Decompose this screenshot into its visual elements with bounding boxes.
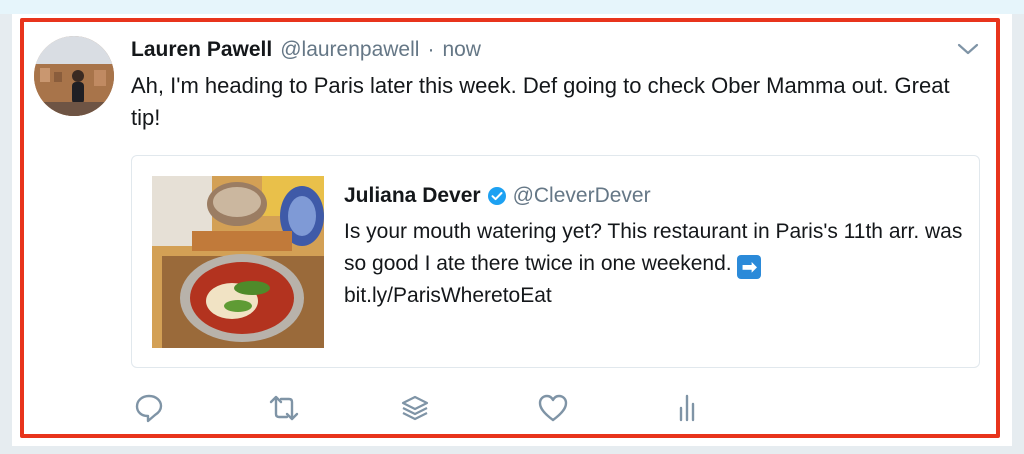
right-arrow-emoji-icon: ➡: [737, 255, 762, 279]
quoted-author-handle[interactable]: @CleverDever: [513, 184, 651, 208]
stack-layers-button[interactable]: [399, 392, 431, 424]
quoted-tweet-link[interactable]: bit.ly/ParisWheretoEat: [344, 284, 552, 307]
verified-badge-icon: [487, 187, 506, 205]
like-heart-icon: [538, 394, 568, 422]
timestamp[interactable]: now: [442, 36, 481, 64]
analytics-button[interactable]: [671, 392, 703, 424]
reply-button[interactable]: [133, 392, 165, 424]
chevron-down-icon: [957, 43, 979, 55]
tweet-header: Lauren Pawell @laurenpawell · now: [131, 36, 481, 64]
avatar-photo-icon: [34, 36, 114, 116]
quoted-author-name[interactable]: Juliana Dever: [344, 184, 481, 208]
food-photo-icon: [152, 176, 324, 348]
like-button[interactable]: [537, 392, 569, 424]
reply-icon: [135, 394, 163, 423]
quoted-tweet-body: Is your mouth watering yet? This restaur…: [344, 220, 963, 275]
analytics-bar-icon: [679, 394, 695, 422]
retweet-button[interactable]: [268, 392, 300, 424]
avatar[interactable]: [34, 36, 114, 116]
author-handle[interactable]: @laurenpawell: [280, 36, 419, 64]
timeline-top-strip: [0, 0, 1024, 14]
quoted-tweet-image[interactable]: [152, 176, 324, 348]
quoted-tweet[interactable]: Juliana Dever @CleverDever Is your mouth…: [131, 155, 980, 368]
author-name[interactable]: Lauren Pawell: [131, 36, 272, 64]
separator-dot: ·: [427, 38, 435, 61]
retweet-icon: [269, 395, 299, 421]
quoted-tweet-header: Juliana Dever @CleverDever: [344, 182, 651, 210]
tweet-menu-button[interactable]: [957, 40, 979, 58]
quoted-tweet-text: Is your mouth watering yet? This restaur…: [344, 216, 964, 312]
stack-layers-icon: [401, 395, 429, 421]
tweet-text: Ah, I'm heading to Paris later this week…: [131, 73, 950, 130]
